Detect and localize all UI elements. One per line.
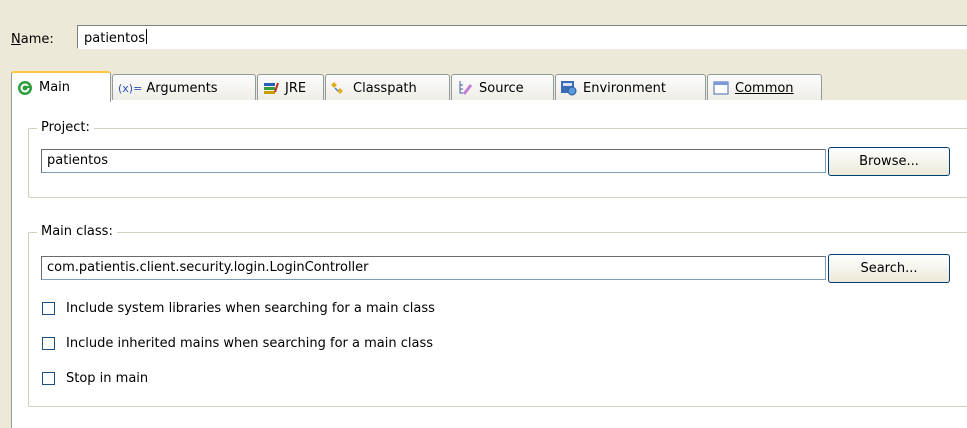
stop-in-main-label: Stop in main: [66, 371, 149, 386]
launch-configuration-dialog: Name: patientos Main (x)= Arguments JRE …: [0, 0, 967, 428]
name-field[interactable]: patientos: [77, 25, 967, 49]
tab-arguments[interactable]: (x)= Arguments: [112, 74, 256, 101]
tab-bar: Main (x)= Arguments JRE Classpath Source: [11, 71, 967, 102]
include-system-libraries-option[interactable]: Include system libraries when searching …: [42, 301, 435, 316]
classpath-icon: [331, 80, 347, 96]
stop-in-main-checkbox[interactable]: [42, 372, 55, 385]
browse-button-label: Browse...: [859, 154, 919, 169]
arguments-icon: (x)=: [118, 81, 143, 95]
tab-arguments-label: Arguments: [146, 80, 218, 96]
jre-icon: [263, 80, 279, 96]
tab-main[interactable]: Main: [11, 71, 111, 102]
tab-common[interactable]: Common: [707, 74, 822, 101]
tab-main-label: Main: [39, 80, 71, 95]
main-tab-panel: Project: patientos Browse... Main class:…: [11, 100, 967, 428]
main-class-field[interactable]: com.patientis.client.security.login.Logi…: [41, 256, 826, 280]
include-system-libraries-label: Include system libraries when searching …: [66, 301, 435, 316]
project-group-title: Project:: [37, 120, 94, 135]
include-system-libraries-checkbox[interactable]: [42, 302, 55, 315]
name-label: Name:: [11, 32, 54, 47]
include-inherited-mains-option[interactable]: Include inherited mains when searching f…: [42, 336, 433, 351]
environment-icon: [561, 80, 577, 96]
name-field-value: patientos: [84, 31, 145, 46]
tab-source-label: Source: [479, 80, 524, 96]
main-class-group-title: Main class:: [37, 224, 117, 239]
tab-classpath[interactable]: Classpath: [325, 74, 450, 101]
include-inherited-mains-checkbox[interactable]: [42, 337, 55, 350]
tab-source[interactable]: Source: [451, 74, 554, 101]
tab-common-label: Common: [735, 80, 794, 96]
tab-environment-label: Environment: [583, 80, 667, 96]
tab-environment[interactable]: Environment: [555, 74, 706, 101]
include-inherited-mains-label: Include inherited mains when searching f…: [66, 336, 434, 351]
project-field-value: patientos: [47, 153, 108, 168]
source-icon: [457, 80, 473, 96]
main-run-icon: [17, 80, 33, 96]
main-class-field-value: com.patientis.client.security.login.Logi…: [47, 260, 369, 275]
tab-jre-label: JRE: [285, 80, 307, 96]
tab-jre[interactable]: JRE: [257, 74, 324, 101]
common-icon: [713, 80, 729, 96]
search-button-label: Search...: [860, 261, 918, 276]
browse-button[interactable]: Browse...: [828, 147, 950, 176]
search-button[interactable]: Search...: [828, 254, 950, 283]
project-field[interactable]: patientos: [41, 149, 826, 173]
tab-classpath-label: Classpath: [353, 80, 417, 96]
stop-in-main-option[interactable]: Stop in main: [42, 371, 148, 386]
